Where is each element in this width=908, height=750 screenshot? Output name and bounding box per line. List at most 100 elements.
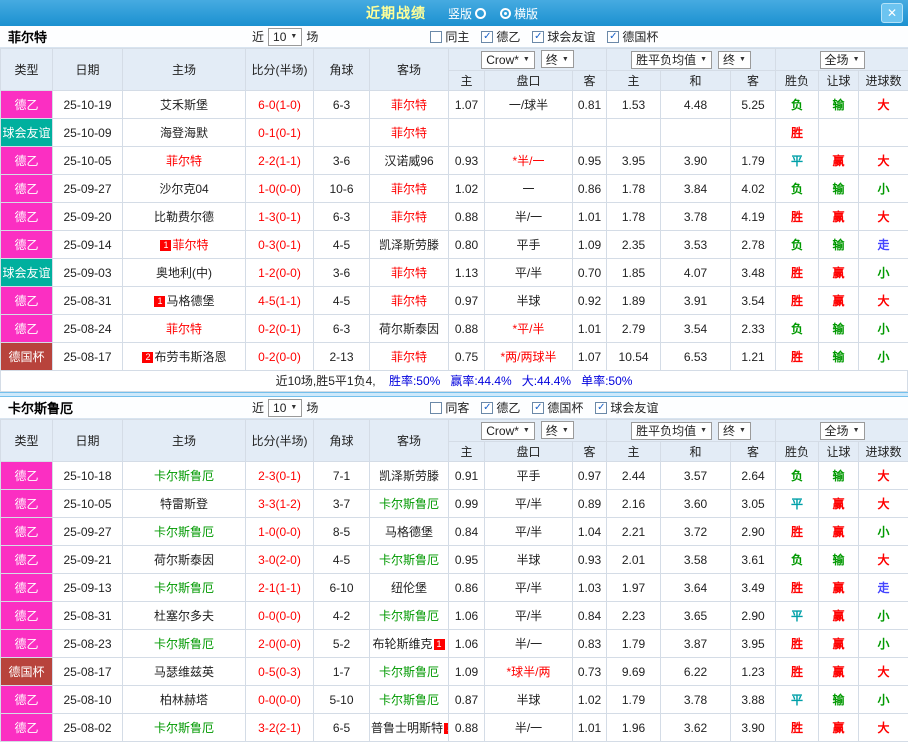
handicap-result-cell: 输 — [818, 685, 860, 714]
league-cell: 德乙 — [0, 286, 53, 315]
handicap-result-cell: 赢 — [818, 517, 860, 546]
checkbox-checked-icon: ✓ — [607, 30, 620, 43]
date-cell: 25-08-31 — [52, 286, 123, 315]
goals-result-cell: 大 — [858, 90, 908, 119]
filter-checkbox-同客[interactable]: 同客 — [430, 399, 469, 416]
column-header: 主场 — [122, 419, 246, 462]
wdl-result-cell: 负 — [775, 314, 820, 343]
team-label: 卡尔斯鲁厄 — [153, 721, 214, 735]
team-label: 菲尔特 — [390, 210, 427, 224]
league-cell: 球会友谊 — [0, 258, 53, 287]
filter-checkbox-球会友谊[interactable]: ✓ 球会友谊 — [532, 28, 595, 45]
score-cell: 1-2(0-0) — [245, 258, 314, 287]
scope-select[interactable]: 全场 ▼ — [819, 421, 865, 440]
wdl-result-cell: 胜 — [775, 202, 820, 231]
date-cell: 25-09-27 — [52, 517, 123, 546]
filter-checkbox-德国杯[interactable]: ✓ 德国杯 — [607, 28, 658, 45]
avg-odds-cell: 2.64 — [730, 461, 777, 490]
layout-radio-horizontal[interactable]: 横版 — [497, 5, 538, 22]
filter-checkbox-德国杯[interactable]: ✓ 德国杯 — [532, 399, 583, 416]
home-team-cell: 菲尔特 — [122, 146, 246, 175]
date-cell: 25-10-09 — [52, 118, 123, 147]
avg-odds-cell: 1.85 — [606, 258, 662, 287]
away-odds-cell: 0.81 — [571, 90, 608, 119]
home-odds-cell: 0.84 — [448, 517, 485, 546]
team-label: 卡尔斯鲁厄 — [153, 581, 214, 595]
filter-checkbox-同主[interactable]: 同主 — [430, 28, 469, 45]
goals-result-cell: 大 — [858, 545, 908, 574]
team-label: 卡尔斯鲁厄 — [153, 469, 214, 483]
avg-odds-cell: 3.65 — [660, 601, 732, 630]
team-section: 菲尔特近 10 ▼ 场同主 ✓ 德乙 ✓ 球会友谊 ✓ 德国杯 类型 日期 主场 比分(半场) 角球 客场 Cr… — [0, 26, 908, 392]
match-row: 德乙 25-08-31 杜塞尔多夫 0-0(0-0) 4-2 卡尔斯鲁厄 1.06 平/半 0.… — [0, 601, 908, 630]
match-count-select[interactable]: 10 ▼ — [268, 398, 303, 417]
avg-odds-cell: 2.35 — [606, 230, 662, 259]
wdl-result-cell: 胜 — [775, 342, 820, 371]
handicap-cell: 平/半 — [484, 573, 573, 602]
bookmaker-select[interactable]: Crow* ▼ — [481, 421, 535, 440]
avg-odds-cell: 1.79 — [606, 629, 662, 658]
team-label: 凯泽斯劳滕 — [378, 469, 439, 483]
scope-select[interactable]: 全场 ▼ — [819, 50, 865, 69]
league-cell: 德乙 — [0, 517, 53, 546]
tables-host: 菲尔特近 10 ▼ 场同主 ✓ 德乙 ✓ 球会友谊 ✓ 德国杯 类型 日期 主场 比分(半场) 角球 客场 Cr… — [0, 26, 908, 742]
avg-odds-cell: 1.79 — [606, 685, 662, 714]
avg-odds-cell: 3.91 — [660, 286, 732, 315]
avg-odds-select[interactable]: 胜平负均值 ▼ — [631, 421, 713, 440]
wdl-result-cell: 胜 — [775, 657, 820, 686]
layout-radio-vertical[interactable]: 竖版 — [448, 5, 489, 22]
avg-odds-cell: 3.60 — [660, 489, 732, 518]
away-odds-cell: 0.70 — [571, 258, 608, 287]
chevron-down-icon: ▼ — [561, 55, 569, 63]
wdl-result-cell: 负 — [775, 461, 820, 490]
avg-odds-cell: 3.62 — [660, 713, 732, 742]
team-filter-bar: 菲尔特近 10 ▼ 场同主 ✓ 德乙 ✓ 球会友谊 ✓ 德国杯 — [0, 26, 908, 48]
red-card-badge: 1 — [160, 240, 172, 251]
handicap-result-cell: 输 — [818, 342, 860, 371]
away-team-cell: 卡尔斯鲁厄 — [369, 601, 449, 630]
avg-odds-cell: 3.95 — [730, 629, 777, 658]
score-cell: 0-5(0-3) — [245, 657, 314, 686]
score-cell: 1-0(0-0) — [245, 174, 314, 203]
league-cell: 德乙 — [0, 461, 53, 490]
avg-stage-select[interactable]: 终 ▼ — [718, 421, 751, 440]
avg-odds-cell — [730, 118, 777, 147]
odds-stage-select[interactable]: 终 ▼ — [540, 421, 574, 440]
date-cell: 25-08-17 — [52, 657, 123, 686]
match-row: 德乙 25-09-13 卡尔斯鲁厄 2-1(1-1) 6-10 纽伦堡 0.86 平/半 1.0… — [0, 573, 908, 602]
bookmaker-select[interactable]: Crow* ▼ — [481, 50, 535, 69]
league-cell: 德乙 — [0, 90, 53, 119]
score-cell: 0-2(0-1) — [245, 314, 314, 343]
dialog-title: 近期战绩 — [365, 5, 426, 21]
odds-stage-select-value: 终 — [545, 423, 558, 438]
avg-odds-cell: 2.78 — [730, 230, 777, 259]
close-button[interactable]: ✕ — [881, 3, 903, 23]
wdl-result-cell: 胜 — [775, 286, 820, 315]
match-count-select[interactable]: 10 ▼ — [268, 27, 303, 46]
filter-checkbox-德乙[interactable]: ✓ 德乙 — [481, 28, 520, 45]
handicap-result-cell: 赢 — [818, 629, 860, 658]
handicap-cell: 平/半 — [484, 489, 573, 518]
corners-cell: 7-1 — [313, 461, 370, 490]
avg-odds-cell: 1.96 — [606, 713, 662, 742]
wdl-result-cell: 胜 — [775, 118, 820, 147]
avg-stage-select[interactable]: 终 ▼ — [718, 50, 751, 69]
checkbox-checked-icon: ✓ — [532, 401, 545, 414]
wdl-result-cell: 负 — [775, 174, 820, 203]
home-team-cell: 1 马格德堡 — [122, 286, 246, 315]
avg-odds-cell: 5.25 — [730, 90, 777, 119]
avg-odds-select-value: 胜平负均值 — [636, 424, 697, 438]
filter-checkbox-球会友谊[interactable]: ✓ 球会友谊 — [595, 399, 658, 416]
score-cell: 2-0(0-0) — [245, 629, 314, 658]
home-odds-cell: 1.02 — [448, 174, 485, 203]
games-label: 场 — [306, 30, 319, 44]
home-team-cell: 特雷斯登 — [122, 489, 246, 518]
avg-odds-select[interactable]: 胜平负均值 ▼ — [631, 50, 713, 69]
home-team-cell: 1 菲尔特 — [122, 230, 246, 259]
filter-checkbox-德乙[interactable]: ✓ 德乙 — [481, 399, 520, 416]
goals-result-cell: 大 — [858, 657, 908, 686]
home-odds-cell: 1.06 — [448, 601, 485, 630]
avg-header-group: 胜平负均值 ▼ 终 ▼ — [606, 48, 777, 71]
date-cell: 25-09-21 — [52, 545, 123, 574]
odds-stage-select[interactable]: 终 ▼ — [540, 50, 574, 69]
